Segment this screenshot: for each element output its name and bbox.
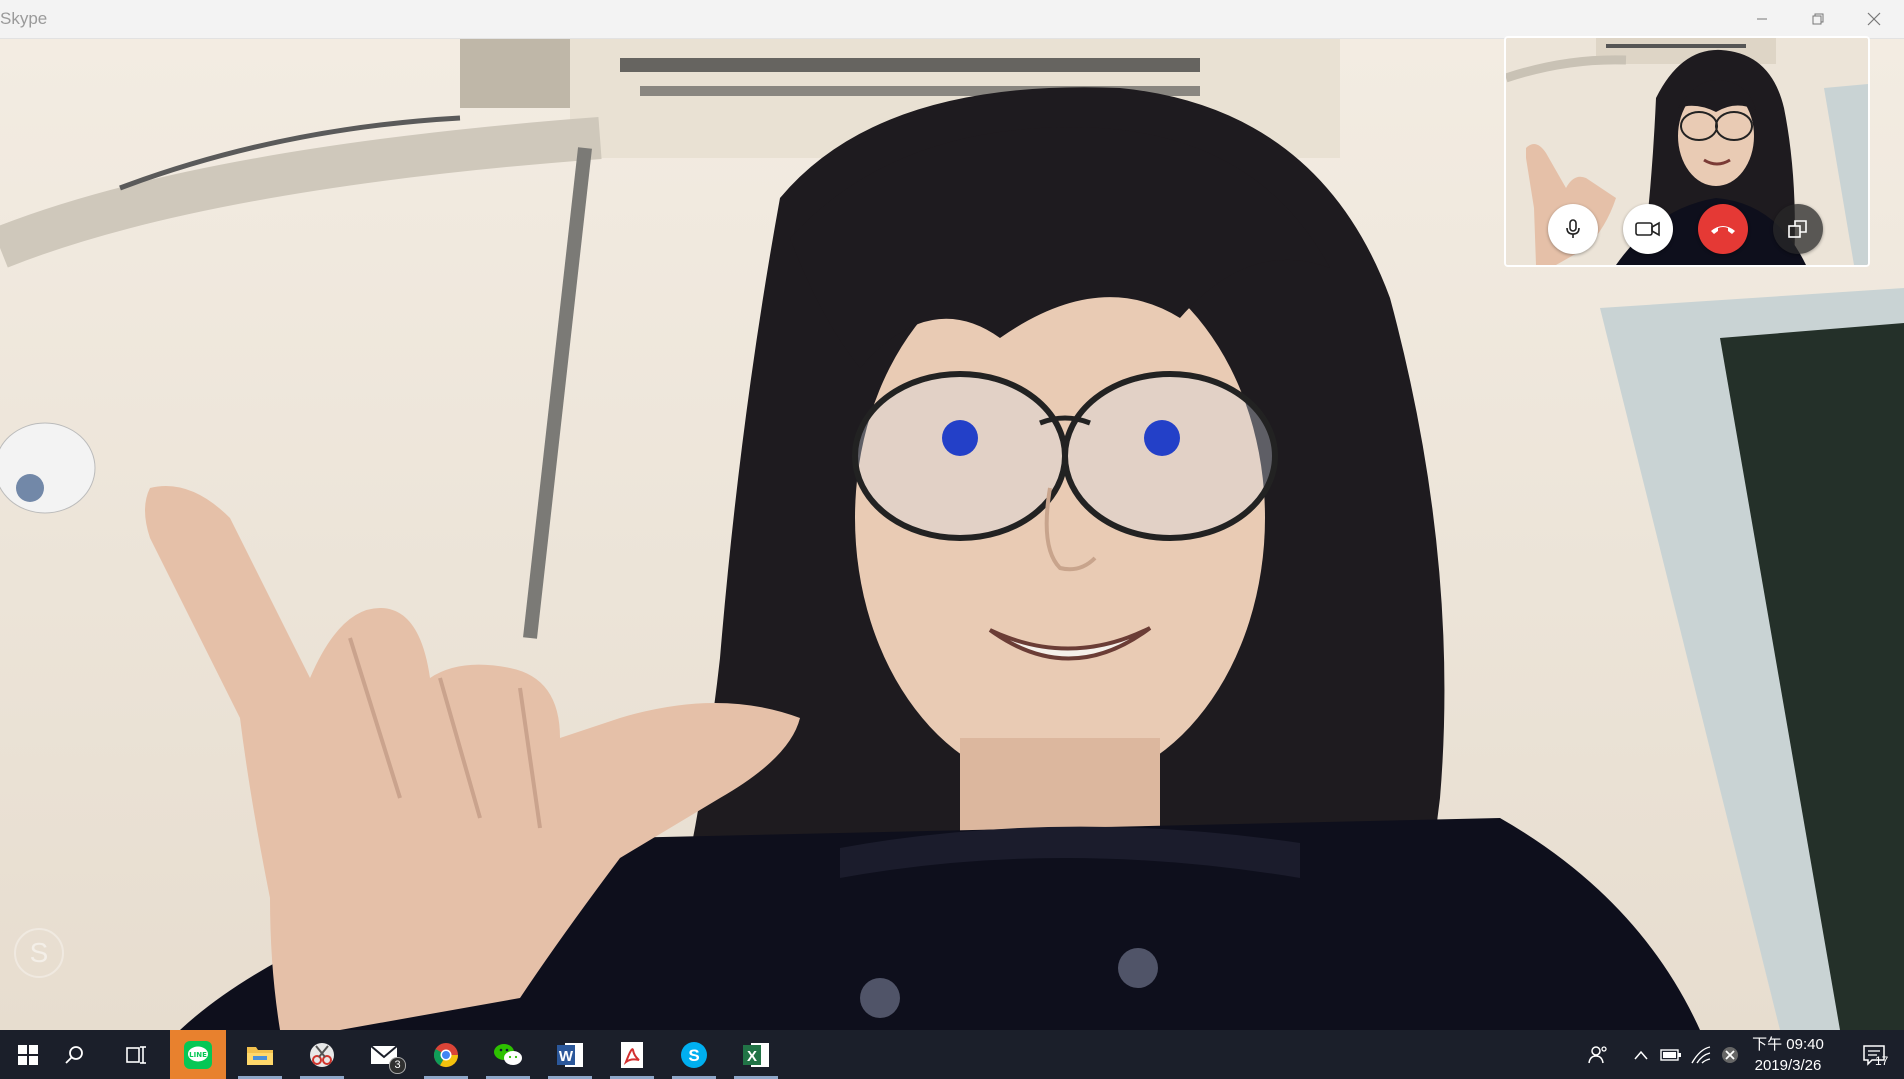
switch-view-button[interactable] [1773,204,1823,254]
minimize-button[interactable] [1734,0,1790,38]
svg-text:S: S [688,1046,699,1065]
minimize-icon [1757,18,1767,20]
clock-date: 2019/3/26 [1754,1057,1822,1074]
notification-count: 17 [1875,1054,1889,1068]
action-center-button[interactable]: 17 [1846,1030,1902,1079]
people-button[interactable] [1580,1030,1616,1079]
taskbar-app-line[interactable]: LINE [170,1030,226,1079]
close-icon [1867,12,1881,26]
call-controls [1506,204,1868,260]
word-icon: W [557,1042,583,1067]
switch-view-icon [1788,220,1807,238]
excel-icon: X [743,1042,769,1067]
mute-button[interactable] [1548,204,1598,254]
taskbar-app-snipping-tool[interactable] [294,1030,350,1079]
folder-icon [247,1046,273,1065]
battery-button[interactable] [1656,1030,1686,1079]
mail-unread-badge: 3 [389,1057,406,1074]
end-call-button[interactable] [1698,204,1748,254]
windows-taskbar: LINE 3 W S X 下午 09:40 2019/3/26 17 [0,1030,1904,1079]
taskbar-app-mail[interactable]: 3 [356,1030,412,1079]
taskbar-clock[interactable]: 下午 09:40 2019/3/26 [1740,1034,1836,1076]
video-toggle-button[interactable] [1623,204,1673,254]
people-icon [1588,1045,1607,1063]
taskbar-app-file-explorer[interactable] [232,1030,288,1079]
chrome-icon [433,1042,458,1067]
svg-text:W: W [559,1048,574,1065]
show-hidden-icons-button[interactable] [1626,1030,1656,1079]
skype-watermark: S [14,928,64,978]
line-icon: LINE [184,1040,212,1069]
windows-icon [18,1044,38,1065]
taskbar-app-chrome[interactable] [418,1030,474,1079]
svg-text:X: X [747,1048,757,1065]
task-view-icon [126,1045,146,1064]
wifi-icon [1691,1045,1711,1064]
scissors-icon [310,1042,334,1067]
taskbar-app-acrobat[interactable] [604,1030,660,1079]
search-button[interactable] [46,1030,102,1079]
microphone-icon [1566,219,1580,238]
title-bar[interactable]: Skype [0,0,1904,39]
taskbar-app-word[interactable]: W [542,1030,598,1079]
window-title: Skype [0,9,48,28]
taskbar-app-excel[interactable]: X [728,1030,784,1079]
restore-button[interactable] [1790,0,1846,38]
video-camera-icon [1635,221,1660,237]
search-icon [65,1045,83,1064]
self-view-preview[interactable] [1504,36,1870,267]
clock-time: 下午 09:40 [1752,1036,1824,1053]
battery-icon [1660,1048,1681,1061]
task-view-button[interactable] [108,1030,164,1079]
skype-window: Skype S [0,0,1904,1030]
taskbar-app-wechat[interactable] [480,1030,536,1079]
wechat-icon [494,1043,522,1065]
skype-icon: S [681,1041,707,1068]
chevron-up-icon [1634,1050,1648,1059]
taskbar-app-skype[interactable]: S [666,1030,722,1079]
pdf-icon [621,1041,643,1068]
network-button[interactable] [1686,1030,1716,1079]
end-call-icon [1711,226,1735,234]
restore-icon [1812,13,1824,25]
volume-muted-icon [1722,1046,1738,1063]
close-button[interactable] [1846,0,1902,38]
svg-text:LINE: LINE [189,1051,207,1059]
